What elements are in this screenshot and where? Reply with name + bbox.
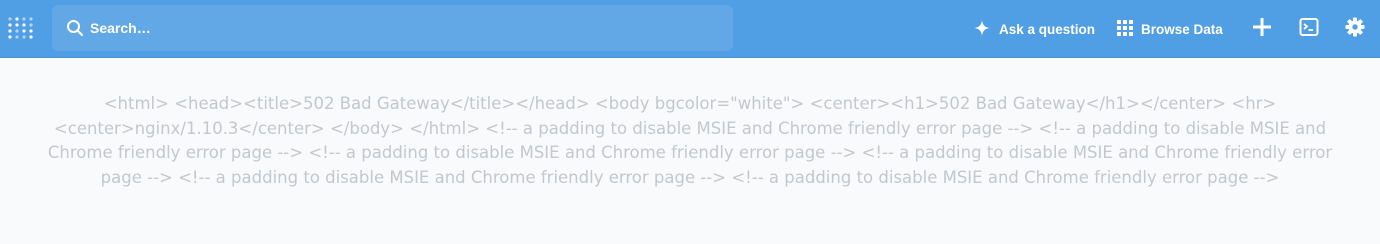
- error-message: <html> <head><title>502 Bad Gateway</tit…: [47, 94, 1333, 187]
- plus-icon: [1252, 17, 1272, 42]
- browse-data-label: Browse Data: [1141, 21, 1223, 37]
- search-icon: [66, 19, 84, 37]
- sql-editor-icon: [1299, 17, 1319, 42]
- settings-button[interactable]: [1341, 15, 1369, 43]
- sparkle-icon: [973, 19, 999, 40]
- search-input[interactable]: [90, 5, 710, 51]
- browse-data-button[interactable]: Browse Data: [1117, 14, 1223, 44]
- grid-icon: [1117, 19, 1141, 39]
- top-navbar: Ask a question Browse Data: [0, 0, 1380, 58]
- gear-icon: [1345, 17, 1365, 42]
- new-item-button[interactable]: [1248, 15, 1276, 43]
- ask-question-button[interactable]: Ask a question: [973, 14, 1095, 44]
- metabase-logo-icon[interactable]: [6, 14, 36, 44]
- search-bar[interactable]: [52, 5, 733, 51]
- ask-question-label: Ask a question: [999, 21, 1096, 37]
- sql-editor-button[interactable]: [1295, 15, 1323, 43]
